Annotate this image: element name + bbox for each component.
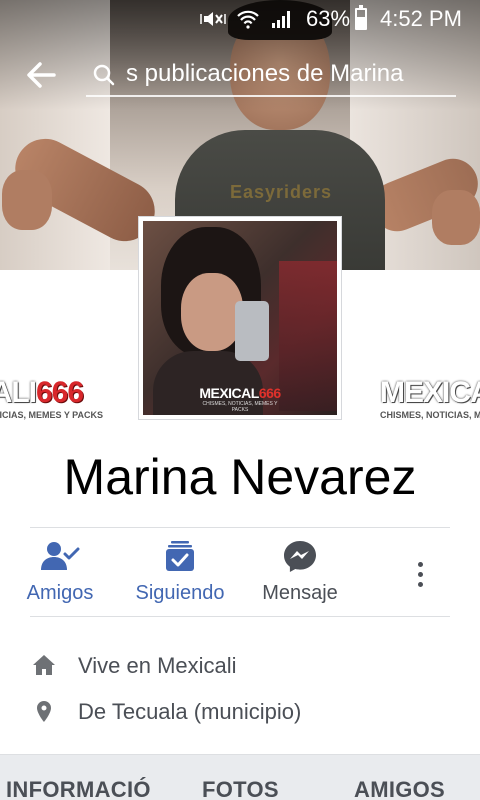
- cover-shirt-text: Easyriders: [230, 182, 333, 202]
- profile-photo-background: [279, 261, 337, 411]
- cover-fist-right: [432, 190, 480, 245]
- info-lives-in-text: Vive en Mexicali: [78, 653, 237, 678]
- tab-fotos[interactable]: FOTOS: [202, 777, 279, 800]
- back-button[interactable]: [24, 58, 58, 92]
- profile-actions: Amigos Siguiendo Mensaje: [0, 530, 480, 616]
- profile-photo-brand: MEXICAL666: [199, 385, 281, 401]
- info-lives-in[interactable]: Vive en Mexicali: [30, 646, 470, 686]
- home-icon: [33, 655, 55, 675]
- more-options-icon: [417, 561, 423, 567]
- profile-photo-phone: [235, 301, 269, 361]
- message-button[interactable]: Mensaje: [240, 530, 360, 616]
- friends-button[interactable]: Amigos: [0, 530, 120, 616]
- profile-photo-tagline: CHISMES, NOTICIAS, MEMES Y PACKS: [202, 401, 278, 413]
- location-pin-icon: [37, 701, 51, 722]
- friends-check-icon: [41, 542, 80, 570]
- clock: 4:52 PM: [380, 6, 462, 31]
- mute-vibrate-icon: [200, 12, 226, 26]
- battery-percentage: 63%: [306, 6, 351, 31]
- profile-photo-face: [181, 273, 243, 351]
- wifi-icon: [237, 10, 259, 29]
- status-icons: [200, 9, 294, 29]
- following-check-icon: [166, 541, 194, 571]
- cover-fist-left: [2, 170, 52, 230]
- signal-icon: [272, 11, 290, 28]
- following-button-label: Siguiendo: [135, 582, 225, 604]
- search-input[interactable]: s publicaciones de Marina: [126, 60, 452, 88]
- side-logo-left-tagline: TICIAS, MEMES Y PACKS: [0, 410, 104, 420]
- messenger-icon: [284, 541, 316, 572]
- profile-photo-watermark: MEXICAL666 CHISMES, NOTICIAS, MEMES Y PA…: [195, 385, 285, 413]
- info-from[interactable]: De Tecuala (municipio): [30, 692, 470, 732]
- battery-icon: [355, 5, 367, 30]
- divider-top: [30, 527, 450, 528]
- side-logo-left: CALI666 TICIAS, MEMES Y PACKS: [0, 376, 110, 426]
- info-from-text: De Tecuala (municipio): [78, 699, 302, 724]
- more-options-button[interactable]: [402, 554, 438, 594]
- side-logo-right-brand: MEXICAL: [380, 376, 480, 409]
- side-logo-left-brand: CALI666: [0, 376, 84, 409]
- profile-photo: MEXICAL666 CHISMES, NOTICIAS, MEMES Y PA…: [143, 221, 337, 415]
- profile-name: Marina Nevarez: [63, 449, 417, 505]
- search-bar[interactable]: s publicaciones de Marina: [86, 53, 456, 97]
- side-logo-right-tagline: CHISMES, NOTICIAS, ME: [380, 410, 480, 420]
- side-logo-right: MEXICAL CHISMES, NOTICIAS, ME: [380, 376, 480, 426]
- divider-middle: [30, 616, 450, 617]
- search-icon: [93, 64, 115, 86]
- profile-picture[interactable]: MEXICAL666 CHISMES, NOTICIAS, MEMES Y PA…: [138, 216, 342, 420]
- back-arrow-icon: [27, 62, 56, 88]
- tab-informacion[interactable]: INFORMACIÓ: [6, 777, 151, 800]
- message-button-label: Mensaje: [262, 582, 338, 604]
- tab-amigos[interactable]: AMIGOS: [354, 777, 445, 800]
- status-bar: 63% 4:52 PM: [0, 0, 480, 38]
- friends-button-label: Amigos: [26, 582, 94, 604]
- following-button[interactable]: Siguiendo: [120, 530, 240, 616]
- profile-tabs: INFORMACIÓ FOTOS AMIGOS: [0, 754, 480, 800]
